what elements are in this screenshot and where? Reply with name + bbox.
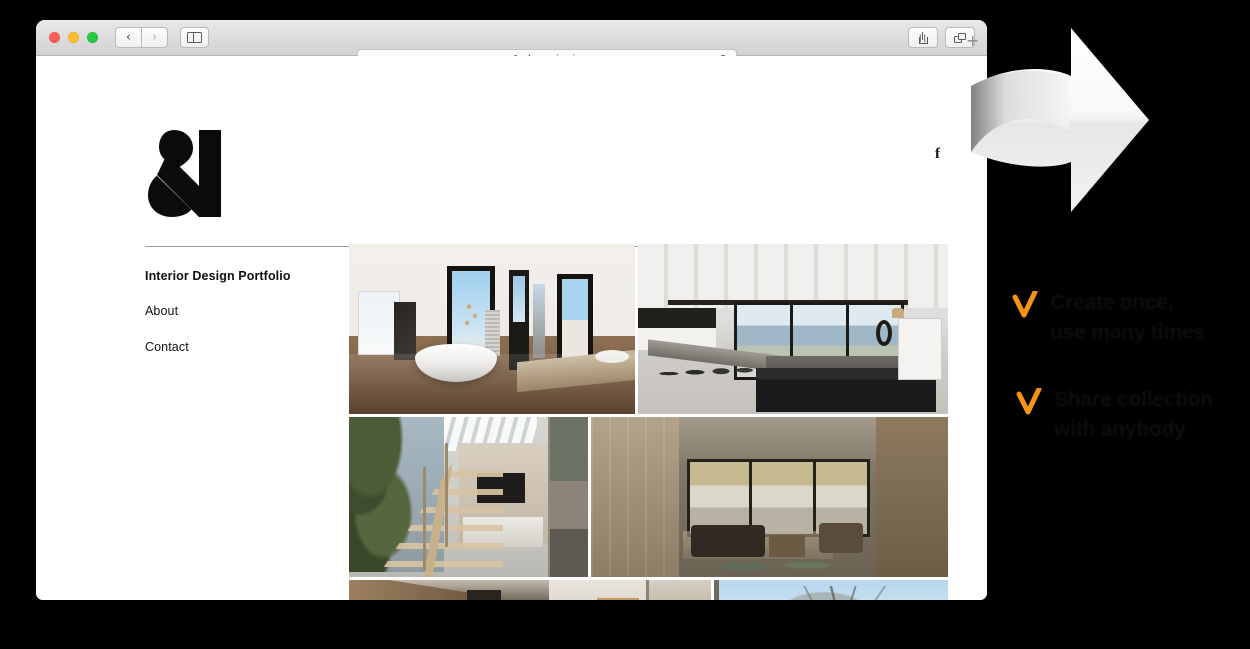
- browser-window: ‹ › show.pics.io ↻: [36, 20, 987, 600]
- sidebar-item-about[interactable]: About: [145, 303, 325, 319]
- annotation-text: Share collection with anybody: [1054, 385, 1213, 446]
- annotation-text: Create once, use many times: [1050, 288, 1205, 349]
- photo-grid-row: [349, 417, 948, 577]
- share-button[interactable]: [908, 27, 938, 48]
- zoom-window-button[interactable]: [87, 32, 98, 43]
- sidebar-item-contact[interactable]: Contact: [145, 339, 325, 355]
- back-button[interactable]: ‹: [115, 27, 142, 48]
- browser-toolbar: ‹ › show.pics.io ↻: [36, 20, 987, 68]
- photo-grid: [349, 244, 948, 600]
- photo-atrium-stairs[interactable]: [349, 417, 588, 577]
- chevron-right-icon: ›: [151, 30, 158, 45]
- photo-dark-wood-interior[interactable]: [349, 580, 711, 600]
- window-controls: [36, 32, 98, 43]
- photo-bathroom[interactable]: [349, 244, 635, 414]
- sidebar-item-interior-design-portfolio[interactable]: Interior Design Portfolio: [145, 268, 325, 284]
- new-tab-button[interactable]: +: [966, 33, 979, 49]
- chevron-left-icon: ‹: [125, 30, 132, 45]
- annotation-create-once: Create once, use many times: [1012, 288, 1205, 349]
- photo-sky-trees[interactable]: [714, 580, 948, 600]
- photo-living-sea[interactable]: [638, 244, 948, 414]
- right-arrow-graphic: [963, 2, 1193, 242]
- photo-stone-lounge[interactable]: [591, 417, 948, 577]
- photo-grid-row: [349, 580, 948, 600]
- photo-grid-row: [349, 244, 948, 414]
- forward-button[interactable]: ›: [141, 27, 168, 48]
- ampersand-logo[interactable]: [145, 128, 225, 218]
- sidebar-icon: [187, 31, 202, 44]
- annotation-line-1: Create once,: [1050, 291, 1174, 314]
- share-icon: [918, 31, 928, 44]
- sidebar-toggle-button[interactable]: [180, 27, 209, 48]
- web-page-content: f Interior Design Portfolio About Contac…: [36, 56, 987, 600]
- check-icon: [1016, 386, 1042, 423]
- site-navigation: Interior Design Portfolio About Contact: [145, 268, 325, 374]
- facebook-icon[interactable]: f: [935, 146, 940, 163]
- annotation-share-collection: Share collection with anybody: [1016, 385, 1213, 446]
- close-window-button[interactable]: [49, 32, 60, 43]
- annotation-line-2: use many times: [1050, 321, 1205, 345]
- minimize-window-button[interactable]: [68, 32, 79, 43]
- annotation-line-1: Share collection: [1054, 388, 1214, 411]
- check-icon: [1012, 289, 1038, 326]
- annotation-line-2: with anybody: [1054, 418, 1186, 442]
- navigation-buttons: ‹ ›: [115, 27, 168, 48]
